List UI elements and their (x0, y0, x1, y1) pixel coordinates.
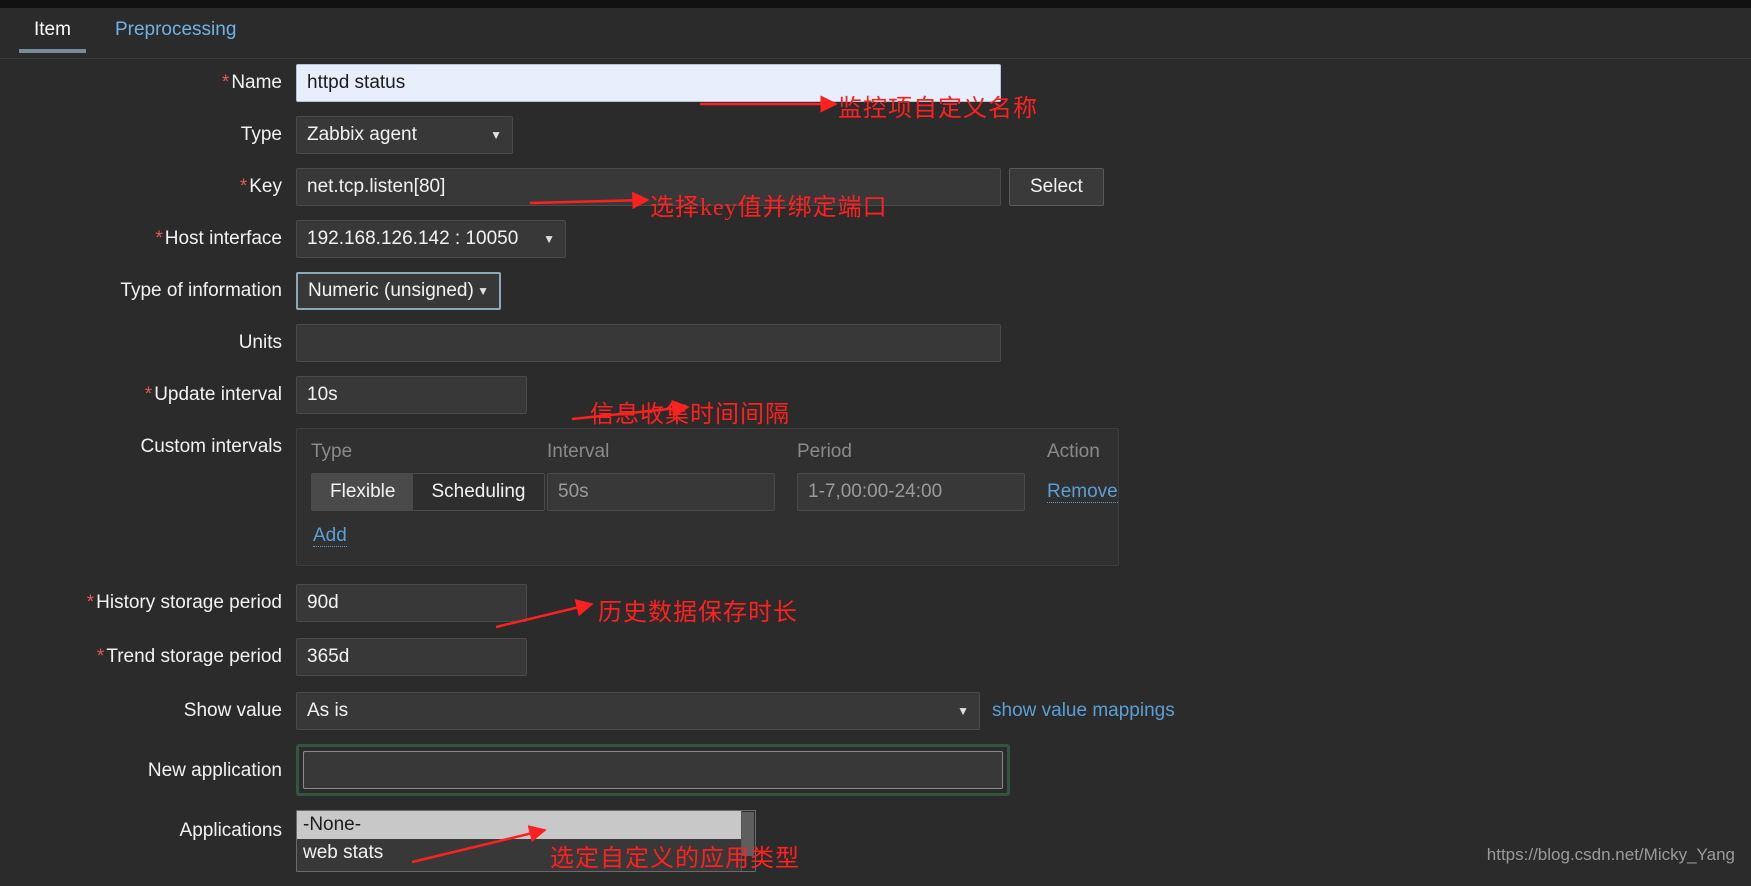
show-value-mappings-link[interactable]: show value mappings (992, 700, 1175, 722)
item-form: *Name Type Zabbix agent ▼ *Key Select *H… (0, 64, 1751, 886)
chevron-down-icon: ▼ (543, 232, 555, 246)
applications-option-web-stats[interactable]: web stats (297, 839, 755, 867)
control-type-of-information: Numeric (unsigned) ▼ (296, 272, 501, 310)
column-header-interval: Interval (547, 441, 610, 462)
toggle-scheduling[interactable]: Scheduling (413, 474, 544, 510)
form-row-custom-intervals: Custom intervals Type Interval Period Ac… (0, 428, 1751, 566)
label-custom-intervals: Custom intervals (140, 436, 283, 457)
control-update-interval (296, 376, 527, 414)
type-select[interactable]: Zabbix agent ▼ (296, 116, 513, 154)
remove-interval-link[interactable]: Remove (1047, 481, 1118, 503)
form-row-history-storage-period: * History storage period (0, 584, 1751, 622)
key-input[interactable] (296, 168, 1001, 206)
period-input[interactable] (797, 473, 1025, 511)
tab-item-label: Item (34, 19, 71, 40)
required-star: * (96, 646, 105, 667)
form-row-update-interval: * Update interval (0, 376, 1751, 414)
cell-type: Flexible Scheduling (311, 473, 547, 511)
label-history-storage-period: * History storage period (86, 592, 282, 613)
custom-intervals-row: Flexible Scheduling Remove (311, 473, 1118, 511)
label-update-interval: * Update interval (144, 384, 282, 405)
label-type-of-information: Type of information (120, 280, 282, 301)
interval-type-toggle[interactable]: Flexible Scheduling (311, 473, 545, 511)
trend-storage-period-input[interactable] (296, 638, 527, 676)
control-applications: -None- web stats (296, 810, 756, 872)
form-row-host-interface: * Host interface 192.168.126.142 : 10050 … (0, 220, 1751, 258)
applications-listbox[interactable]: -None- web stats (296, 810, 756, 872)
label-show-value: Show value (183, 700, 282, 721)
form-row-type: Type Zabbix agent ▼ (0, 116, 1751, 154)
form-row-units: Units (0, 324, 1751, 362)
custom-intervals-add: Add (311, 511, 1104, 547)
label-units: Units (238, 332, 282, 353)
cell-action: Remove (1047, 481, 1127, 503)
tab-preprocessing-label: Preprocessing (114, 19, 237, 40)
name-input[interactable] (296, 64, 1001, 102)
show-value-select[interactable]: As is ▼ (296, 692, 980, 730)
label-trend-storage-period: * Trend storage period (96, 646, 282, 667)
watermark: https://blog.csdn.net/Micky_Yang (1486, 845, 1735, 864)
control-new-application (296, 744, 1010, 796)
required-star: * (155, 228, 163, 249)
tab-bar-divider (0, 58, 1751, 59)
form-row-type-of-information: Type of information Numeric (unsigned) ▼ (0, 272, 1751, 310)
control-show-value: As is ▼ show value mappings (296, 692, 1175, 730)
label-applications: Applications (179, 820, 282, 841)
tab-bar: Item Preprocessing (0, 8, 1751, 58)
window-top-strip (0, 0, 1751, 8)
control-history-storage-period (296, 584, 527, 622)
control-name (296, 64, 1001, 102)
units-input[interactable] (296, 324, 1001, 362)
custom-intervals-header: Type Interval Period Action (311, 441, 1104, 473)
new-application-highlight (296, 744, 1010, 796)
interval-input[interactable] (547, 473, 775, 511)
applications-scrollbar[interactable] (741, 811, 755, 871)
show-value-value: As is (307, 700, 349, 721)
column-header-period: Period (797, 441, 852, 462)
label-type: Type (240, 124, 282, 145)
control-custom-intervals: Type Interval Period Action Flexible Sch… (296, 428, 1119, 566)
chevron-down-icon: ▼ (477, 284, 489, 298)
host-interface-select[interactable]: 192.168.126.142 : 10050 ▼ (296, 220, 566, 258)
type-of-information-value: Numeric (unsigned) (308, 280, 474, 301)
key-select-button[interactable]: Select (1009, 168, 1104, 206)
tab-item[interactable]: Item (12, 8, 93, 53)
type-select-value: Zabbix agent (307, 124, 417, 145)
control-type: Zabbix agent ▼ (296, 116, 513, 154)
form-row-trend-storage-period: * Trend storage period (0, 638, 1751, 676)
form-row-name: * Name (0, 64, 1751, 102)
label-host-interface: * Host interface (155, 228, 282, 249)
new-application-input[interactable] (303, 751, 1003, 789)
control-trend-storage-period (296, 638, 527, 676)
applications-scrollbar-thumb[interactable] (742, 812, 754, 856)
type-of-information-select[interactable]: Numeric (unsigned) ▼ (296, 272, 501, 310)
control-host-interface: 192.168.126.142 : 10050 ▼ (296, 220, 566, 258)
applications-option-none[interactable]: -None- (297, 811, 755, 839)
form-row-new-application: New application (0, 744, 1751, 796)
control-units (296, 324, 1001, 362)
chevron-down-icon: ▼ (490, 128, 502, 142)
custom-intervals-table: Type Interval Period Action Flexible Sch… (296, 428, 1119, 566)
required-star: * (221, 72, 230, 93)
host-interface-value: 192.168.126.142 : 10050 (307, 228, 519, 249)
toggle-flexible[interactable]: Flexible (312, 474, 414, 510)
label-key: * Key (239, 176, 282, 197)
required-star: * (144, 384, 153, 405)
history-storage-period-input[interactable] (296, 584, 527, 622)
form-row-key: *Key Select (0, 168, 1751, 206)
add-interval-link[interactable]: Add (313, 525, 347, 547)
cell-interval (547, 473, 797, 511)
column-header-type: Type (311, 441, 353, 462)
update-interval-input[interactable] (296, 376, 527, 414)
tab-preprocessing[interactable]: Preprocessing (93, 8, 258, 53)
chevron-down-icon: ▼ (957, 704, 969, 718)
label-new-application: New application (147, 760, 282, 781)
form-row-show-value: Show value As is ▼ show value mappings (0, 692, 1751, 730)
cell-period (797, 473, 1047, 511)
column-header-action: Action (1047, 441, 1100, 462)
control-key: Select (296, 168, 1104, 206)
required-star: * (239, 176, 248, 197)
required-star: * (86, 592, 95, 613)
label-name: * Name (221, 72, 282, 93)
